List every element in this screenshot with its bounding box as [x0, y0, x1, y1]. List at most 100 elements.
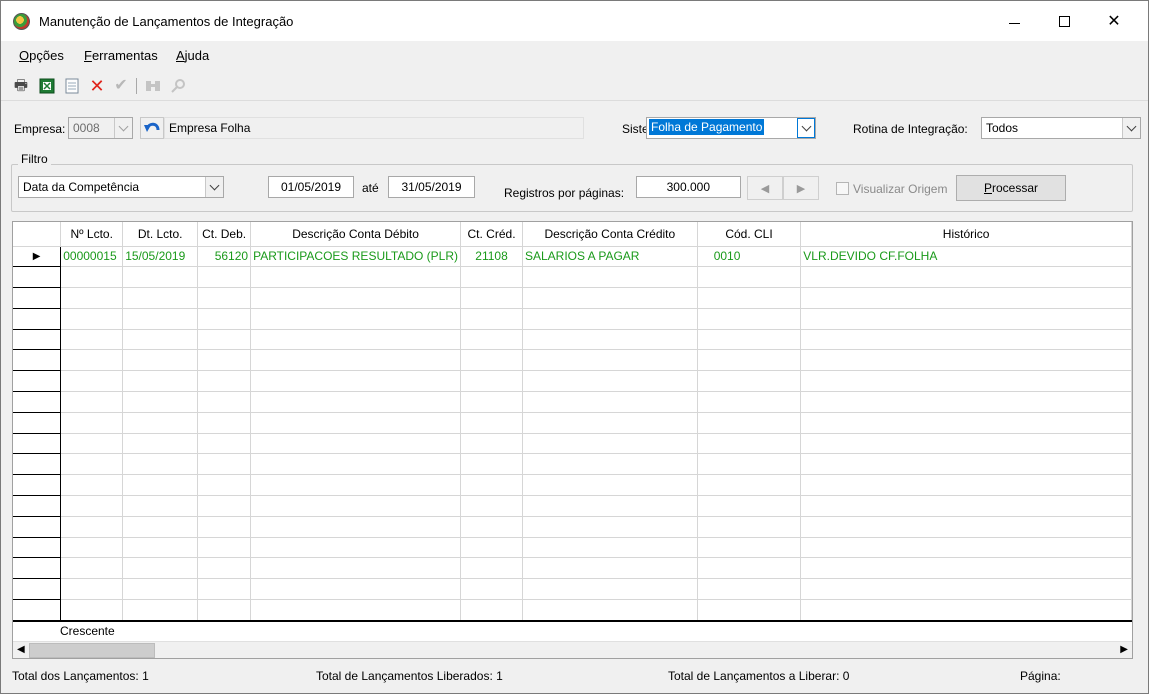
row-indicator	[13, 412, 62, 434]
empty-cell	[122, 578, 199, 601]
empty-cell	[122, 537, 199, 559]
row-indicator	[13, 329, 62, 351]
document-icon[interactable]	[63, 77, 81, 95]
col-header-historico[interactable]: Histórico	[800, 222, 1132, 247]
empty-cell	[697, 474, 802, 497]
visualizar-origem-checkbox[interactable]	[836, 182, 849, 195]
empty-cell	[800, 557, 1132, 580]
empresa-dropdown-button[interactable]	[114, 118, 132, 138]
empty-cell	[250, 329, 462, 351]
rotina-selected-value: Todos	[986, 121, 1019, 135]
empty-cell	[800, 266, 1132, 289]
close-button[interactable]: ✕	[1091, 1, 1137, 41]
cell-cod-cli[interactable]: 0010	[697, 246, 802, 268]
ate-label: até	[362, 181, 379, 195]
empresa-lookup-button[interactable]	[140, 117, 164, 139]
table-row-empty	[13, 329, 1132, 351]
cell-dt-lcto[interactable]: 15/05/2019	[122, 246, 199, 268]
empty-cell	[697, 308, 802, 330]
delete-icon[interactable]: ✕	[88, 77, 106, 95]
empty-cell	[522, 329, 698, 351]
print-icon[interactable]: 🖶	[12, 77, 30, 95]
empty-cell	[197, 329, 252, 351]
scroll-left-icon[interactable]: ◀	[17, 644, 25, 655]
col-header-desc-credito[interactable]: Descrição Conta Crédito	[522, 222, 698, 247]
sistema-dropdown-button[interactable]	[797, 118, 815, 138]
cell-ct-deb[interactable]: 56120	[197, 246, 252, 268]
col-header-ct-cred[interactable]: Ct. Créd.	[460, 222, 523, 247]
maximize-button[interactable]	[1041, 1, 1087, 41]
date-to-input[interactable]: 31/05/2019	[388, 176, 475, 198]
empty-cell	[60, 474, 124, 497]
empty-cell	[522, 537, 698, 559]
lancamentos-grid[interactable]: Nº Lcto. Dt. Lcto. Ct. Deb. Descrição Co…	[12, 221, 1133, 659]
col-header-desc-debito[interactable]: Descrição Conta Débito	[250, 222, 462, 247]
prev-page-button[interactable]: ◀	[747, 176, 783, 200]
empty-cell	[250, 370, 462, 393]
menu-ajuda[interactable]: Ajuda	[176, 48, 209, 63]
empty-cell	[197, 349, 252, 372]
table-row-empty	[13, 349, 1132, 372]
empty-cell	[460, 287, 523, 309]
date-from-input[interactable]: 01/05/2019	[268, 176, 354, 198]
empty-cell	[250, 308, 462, 330]
col-header-dt-lcto[interactable]: Dt. Lcto.	[122, 222, 199, 247]
cell-ct-cred[interactable]: 21108	[460, 246, 523, 268]
row-indicator	[13, 474, 62, 497]
registros-input[interactable]: 300.000	[636, 176, 741, 198]
grid-table: Nº Lcto. Dt. Lcto. Ct. Deb. Descrição Co…	[13, 222, 1132, 621]
grid-body: ▶ 00000015 15/05/2019 56120 PARTICIPACOE…	[13, 246, 1132, 621]
empty-cell	[60, 266, 124, 289]
empty-cell	[800, 308, 1132, 330]
binoculars-icon[interactable]	[144, 77, 162, 95]
empty-cell	[122, 516, 199, 538]
processar-button[interactable]: Processar	[956, 175, 1066, 201]
filter-type-combo[interactable]: Data da Competência	[18, 176, 224, 198]
next-page-button[interactable]: ▶	[783, 176, 819, 200]
scrollbar-thumb[interactable]	[29, 643, 155, 658]
col-header-ct-deb[interactable]: Ct. Deb.	[197, 222, 252, 247]
col-header-nlcto[interactable]: Nº Lcto.	[60, 222, 124, 247]
empty-cell	[60, 537, 124, 559]
minimize-button[interactable]	[991, 1, 1037, 41]
empty-cell	[800, 433, 1132, 455]
cell-historico[interactable]: VLR.DEVIDO CF.FOLHA	[800, 246, 1132, 268]
cell-desc-credito[interactable]: SALARIOS A PAGAR	[522, 246, 698, 268]
empty-cell	[697, 349, 802, 372]
empty-cell	[800, 578, 1132, 601]
cell-desc-debito[interactable]: PARTICIPACOES RESULTADO (PLR)	[250, 246, 462, 268]
caret-left-icon: ◀	[760, 182, 770, 195]
search-key-icon[interactable]	[169, 77, 187, 95]
empty-cell	[697, 370, 802, 393]
row-indicator	[13, 453, 62, 476]
empty-cell	[460, 391, 523, 413]
horizontal-scrollbar[interactable]: ◀ ▶	[13, 641, 1132, 658]
empty-cell	[250, 287, 462, 309]
empresa-name-text: Empresa Folha	[169, 121, 251, 135]
status-liberados: Total de Lançamentos Liberados: 1	[316, 669, 503, 683]
sistema-combo[interactable]: Folha de Pagamento	[646, 117, 816, 139]
empty-cell	[697, 391, 802, 413]
scroll-right-icon[interactable]: ▶	[1120, 644, 1128, 655]
menu-ferramentas[interactable]: Ferramentas	[84, 48, 158, 63]
col-header-cod-cli[interactable]: Cód. CLI	[697, 222, 802, 247]
empty-cell	[250, 599, 462, 621]
rotina-dropdown-button[interactable]	[1122, 118, 1140, 138]
filter-type-dropdown-button[interactable]	[205, 177, 223, 197]
menu-opcoes[interactable]: Opções	[19, 48, 64, 63]
row-indicator	[13, 516, 62, 538]
empty-cell	[460, 433, 523, 455]
empty-cell	[800, 537, 1132, 559]
check-icon[interactable]: ✔	[112, 77, 130, 95]
empty-cell	[800, 349, 1132, 372]
empty-cell	[460, 474, 523, 497]
excel-export-icon[interactable]	[38, 77, 56, 95]
row-indicator	[13, 578, 62, 601]
chevron-down-icon	[209, 180, 220, 190]
table-row[interactable]: ▶ 00000015 15/05/2019 56120 PARTICIPACOE…	[13, 246, 1132, 268]
empresa-code-combo[interactable]: 0008	[68, 117, 133, 139]
empty-cell	[697, 266, 802, 289]
toolbar-separator	[136, 78, 137, 94]
cell-nlcto[interactable]: 00000015	[60, 246, 124, 268]
rotina-combo[interactable]: Todos	[981, 117, 1141, 139]
